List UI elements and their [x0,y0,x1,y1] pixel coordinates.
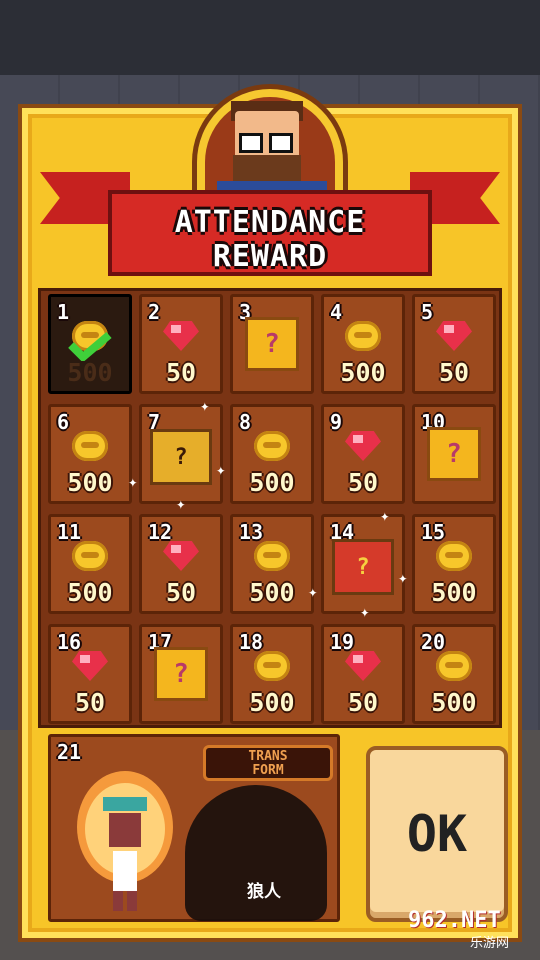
reward-amount: 500 [340,358,386,387]
watermark-logo: 962.NET 乐游网 [400,908,534,956]
day-cell-20[interactable]: 20 500 [412,624,496,724]
mystery-box-icon: ? [245,317,299,371]
day-21-special-reward[interactable]: 21 TRANS FORM 狼人 [48,734,340,922]
ruby-gem-icon [345,651,381,681]
day-cell-9[interactable]: 9 50 [321,404,405,504]
sparkle-icon: ✦ [380,506,390,525]
day-number: 5 [421,300,434,324]
glasses-icon [239,133,263,153]
sparkle-icon: ✦ [128,472,138,491]
sparkle-icon: ✦ [360,602,370,621]
day-number: 12 [148,520,173,544]
sparkle-icon: ✦ [398,568,408,587]
day-number: 15 [421,520,446,544]
badge-line-2: FORM [252,763,284,778]
ruby-gem-icon [163,541,199,571]
day-number: 16 [57,630,82,654]
sparkle-icon: ✦ [176,494,186,513]
reward-amount: 500 [67,578,113,607]
day-cell-18[interactable]: 18 500 [230,624,314,724]
day-number: 11 [57,520,82,544]
sparkle-icon: ✦ [216,460,226,479]
reward-amount: 50 [165,578,197,607]
day-cell-12[interactable]: 12 50 [139,514,223,614]
day-cell-1[interactable]: 1 500 [48,294,132,394]
day-number: 18 [239,630,264,654]
reward-amount: 500 [249,688,295,717]
character-sprite [77,771,173,911]
day-number: 19 [330,630,355,654]
reward-amount: 500 [431,578,477,607]
day-cell-10[interactable]: 10? [412,404,496,504]
day-cell-19[interactable]: 19 50 [321,624,405,724]
day-number: 20 [421,630,446,654]
day-cell-17[interactable]: 17? [139,624,223,724]
day-cell-3[interactable]: 3? [230,294,314,394]
title-line-1: ATTENDANCE [174,205,366,240]
reward-amount: 50 [165,358,197,387]
gold-coin-icon [345,321,381,351]
treasure-chest-icon: ? [150,429,212,485]
gold-coin-icon [436,541,472,571]
gold-coin-icon [436,651,472,681]
day-number: 6 [57,410,70,434]
title-line-2: REWARD [212,239,328,274]
mystery-box-icon: ? [427,427,481,481]
ruby-gem-icon [72,651,108,681]
reward-amount: 500 [67,468,113,497]
day-cell-15[interactable]: 15 500 [412,514,496,614]
reward-amount: 50 [347,468,379,497]
day-cell-14[interactable]: 14? [321,514,405,614]
character-name: 狼人 [247,882,281,902]
reward-amount: 50 [347,688,379,717]
sparkle-icon: ✦ [308,582,318,601]
day-cell-11[interactable]: 11 500 [48,514,132,614]
day-cell-4[interactable]: 4 500 [321,294,405,394]
day-cell-6[interactable]: 6 500 [48,404,132,504]
glasses-icon [269,133,293,153]
reward-amount: 50 [438,358,470,387]
day-number: 1 [57,300,70,324]
checkmark-icon [68,331,112,361]
background-top [0,0,540,75]
badge-line-1: TRANS [248,749,288,764]
ruby-gem-icon [436,321,472,351]
day-cell-5[interactable]: 5 50 [412,294,496,394]
ruby-gem-icon [163,321,199,351]
gold-coin-icon [72,541,108,571]
day-cell-2[interactable]: 2 50 [139,294,223,394]
watermark-sub: 乐游网 [470,936,510,951]
ok-button[interactable]: OK [366,746,508,922]
reward-amount: 500 [431,688,477,717]
day-number: 21 [57,740,82,764]
day-number: 4 [330,300,343,324]
reward-amount: 500 [249,578,295,607]
watermark-main: 962.NET [408,908,501,933]
day-cell-8[interactable]: 8 500 [230,404,314,504]
day-cell-16[interactable]: 16 50 [48,624,132,724]
day-cell-13[interactable]: 13 500 [230,514,314,614]
red-treasure-chest-icon: ? [332,539,394,595]
day-number: 8 [239,410,252,434]
day-number: 13 [239,520,264,544]
day-number: 2 [148,300,161,324]
gold-coin-icon [254,651,290,681]
gold-coin-icon [72,431,108,461]
reward-amount: 500 [67,358,113,387]
reward-amount: 50 [74,688,106,717]
reward-amount: 500 [249,468,295,497]
transform-badge: TRANS FORM [203,745,333,781]
gold-coin-icon [254,431,290,461]
mystery-box-icon: ? [154,647,208,701]
ruby-gem-icon [345,431,381,461]
day-cell-7[interactable]: 7? [139,404,223,504]
day-number: 9 [330,410,343,434]
gold-coin-icon [254,541,290,571]
sparkle-icon: ✦ [200,396,210,415]
